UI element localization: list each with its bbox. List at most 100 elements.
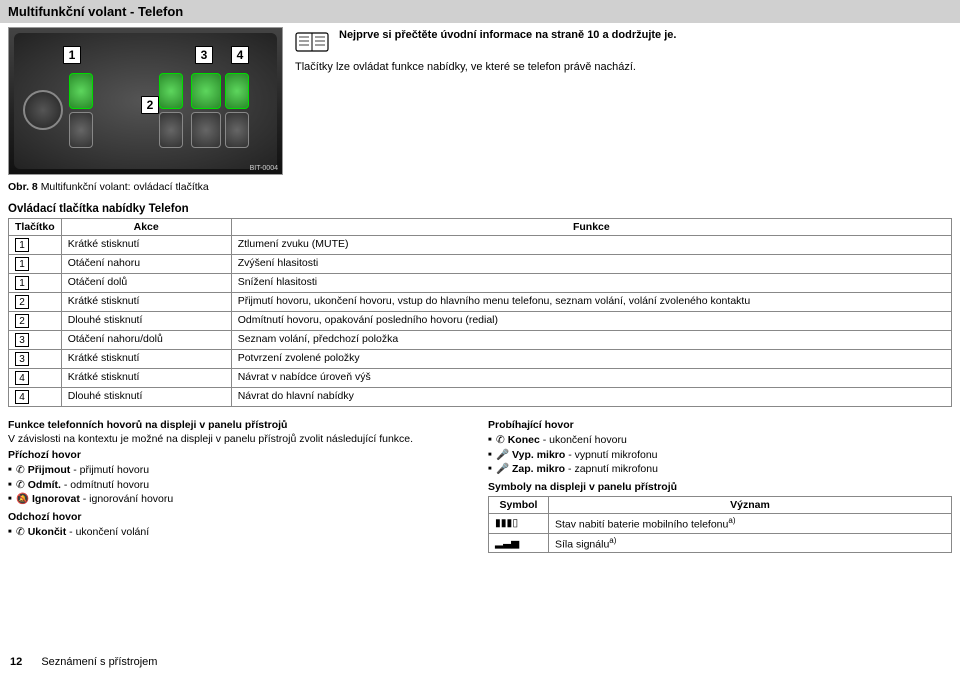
cell-function: Seznam volání, předchozí položka (231, 331, 951, 350)
button-number-box: 4 (15, 390, 29, 404)
item-icon: 🎤 (496, 449, 512, 461)
sym-cell-icon: ▂▃▅ (489, 533, 549, 553)
sym-row: ▮▮▮▯Stav nabití baterie mobilního telefo… (489, 514, 952, 534)
table-header-row: Tlačítko Akce Funkce (9, 219, 952, 236)
button-number-box: 2 (15, 314, 29, 328)
th-button: Tlačítko (9, 219, 62, 236)
item-bold: Přijmout (28, 464, 71, 476)
two-column-section: Funkce telefonních hovorů na displeji v … (0, 407, 960, 561)
incoming-head: Příchozí hovor (8, 449, 472, 461)
page-header: Multifunkční volant - Telefon (0, 0, 960, 23)
figure-caption-row: Obr. 8 Multifunkční volant: ovládací tla… (0, 181, 960, 193)
top-section: 1 2 3 4 BIT-0004 Nejprve si přečtěte úvo… (0, 27, 960, 175)
cell-action: Krátké stisknutí (61, 293, 231, 312)
sym-cell-text: Stav nabití baterie mobilního telefonua) (549, 514, 952, 534)
list-item: 🔕 Ignorovat - ignorování hovoru (8, 492, 472, 507)
table-title: Ovládací tlačítka nabídky Telefon (8, 203, 952, 215)
symbols-table: Symbol Význam ▮▮▮▯Stav nabití baterie mo… (488, 496, 952, 553)
page-number: 12 (10, 656, 22, 668)
table-row: 3Krátké stisknutíPotvrzení zvolené polož… (9, 350, 952, 369)
sym-cell-text: Síla signálua) (549, 533, 952, 553)
page-footer: 12 Seznámení s přístrojem (10, 656, 157, 668)
cell-function: Návrat v nabídce úroveň výš (231, 369, 951, 388)
cell-button: 1 (9, 274, 62, 293)
info-row-1: Nejprve si přečtěte úvodní informace na … (295, 29, 952, 53)
table-row: 3 Otáčení nahoru/dolůSeznam volání, předc… (9, 331, 952, 350)
cell-function: Potvrzení zvolené položky (231, 350, 951, 369)
cell-action: Otáčení nahoru/dolů (61, 331, 231, 350)
button-number-box: 2 (15, 295, 29, 309)
list-item: ✆ Ukončit - ukončení volání (8, 525, 472, 540)
cell-function: Přijmutí hovoru, ukončení hovoru, vstup … (231, 293, 951, 312)
right-up-button (225, 73, 249, 109)
item-icon: ✆ (16, 526, 28, 538)
table-row: 1 Otáčení nahoruZvýšení hlasitosti (9, 255, 952, 274)
item-bold: Ignorovat (32, 493, 80, 505)
rocker-button-left (69, 73, 93, 109)
right-column: Probíhající hovor ✆ Konec - ukončení hov… (488, 415, 952, 553)
item-rest: - ukončení hovoru (540, 434, 627, 446)
table-row: 4 Dlouhé stisknutíNávrat do hlavní nabídk… (9, 388, 952, 407)
info-text-1: Nejprve si přečtěte úvodní informace na … (339, 29, 676, 41)
item-bold: Zap. mikro (512, 463, 565, 475)
cell-button: 4 (9, 388, 62, 407)
item-rest: - vypnutí mikrofonu (565, 449, 657, 461)
caption-prefix: Obr. 8 (8, 181, 41, 193)
callout-3: 3 (195, 46, 213, 64)
list-item: ✆ Přijmout - přijmutí hovoru (8, 463, 472, 478)
cell-action: Dlouhé stisknutí (61, 388, 231, 407)
left-column: Funkce telefonních hovorů na displeji v … (8, 415, 472, 553)
cell-button: 1 (9, 255, 62, 274)
cell-action: Otáčení nahoru (61, 255, 231, 274)
phone-button-down (191, 112, 221, 148)
cell-function: Návrat do hlavní nabídky (231, 388, 951, 407)
list-item: ✆ Konec - ukončení hovoru (488, 433, 952, 448)
info-column: Nejprve si přečtěte úvodní informace na … (295, 27, 952, 175)
center-up-button (159, 73, 183, 109)
table-row: 1Krátké stisknutíZtlumení zvuku (MUTE) (9, 236, 952, 255)
cell-button: 2 (9, 312, 62, 331)
controls-table: Tlačítko Akce Funkce 1Krátké stisknutíZt… (8, 218, 952, 407)
cell-button: 2 (9, 293, 62, 312)
cell-action: Dlouhé stisknutí (61, 312, 231, 331)
item-bold: Ukončit (28, 526, 67, 538)
button-number-box: 4 (15, 371, 29, 385)
cell-function: Zvýšení hlasitosti (231, 255, 951, 274)
table-row: 4Krátké stisknutíNávrat v nabídce úroveň… (9, 369, 952, 388)
item-icon: ✆ (16, 479, 28, 491)
list-item: ✆ Odmít. - odmítnutí hovoru (8, 478, 472, 493)
button-number-box: 1 (15, 276, 29, 290)
cell-function: Ztlumení zvuku (MUTE) (231, 236, 951, 255)
ongoing-list: ✆ Konec - ukončení hovoru🎤 Vyp. mikro - … (488, 433, 952, 477)
table-row: 2 Dlouhé stisknutíOdmítnutí hovoru, opako… (9, 312, 952, 331)
cell-function: Odmítnutí hovoru, opakování posledního h… (231, 312, 951, 331)
left-body1: V závislosti na kontextu je možné na dis… (8, 433, 472, 445)
list-item: 🎤 Zap. mikro - zapnutí mikrofonu (488, 462, 952, 477)
right-down-button (225, 112, 249, 148)
table-row: 1Otáčení dolůSnížení hlasitosti (9, 274, 952, 293)
item-bold: Konec (508, 434, 540, 446)
outgoing-list: ✆ Ukončit - ukončení volání (8, 525, 472, 540)
symbols-head: Symboly na displeji v panelu přístrojů (488, 481, 952, 493)
item-bold: Vyp. mikro (512, 449, 565, 461)
item-icon: 🎤 (496, 463, 512, 475)
cell-button: 1 (9, 236, 62, 255)
button-number-box: 3 (15, 333, 29, 347)
item-rest: - přijmutí hovoru (70, 464, 149, 476)
cell-action: Krátké stisknutí (61, 350, 231, 369)
th-symbol: Symbol (489, 497, 549, 514)
sym-header-row: Symbol Význam (489, 497, 952, 514)
list-item: 🎤 Vyp. mikro - vypnutí mikrofonu (488, 448, 952, 463)
steering-wheel-figure: 1 2 3 4 BIT-0004 (8, 27, 283, 175)
item-bold: Odmít. (28, 479, 61, 491)
phone-button (191, 73, 221, 109)
button-number-box: 1 (15, 257, 29, 271)
caption-text: Multifunkční volant: ovládací tlačítka (41, 181, 209, 193)
cell-button: 3 (9, 331, 62, 350)
item-rest: - ignorování hovoru (80, 493, 173, 505)
item-icon: 🔕 (16, 493, 32, 505)
dial-button-1 (23, 90, 63, 130)
rocker-button-left-down (69, 112, 93, 148)
outgoing-head: Odchozí hovor (8, 511, 472, 523)
th-action: Akce (61, 219, 231, 236)
